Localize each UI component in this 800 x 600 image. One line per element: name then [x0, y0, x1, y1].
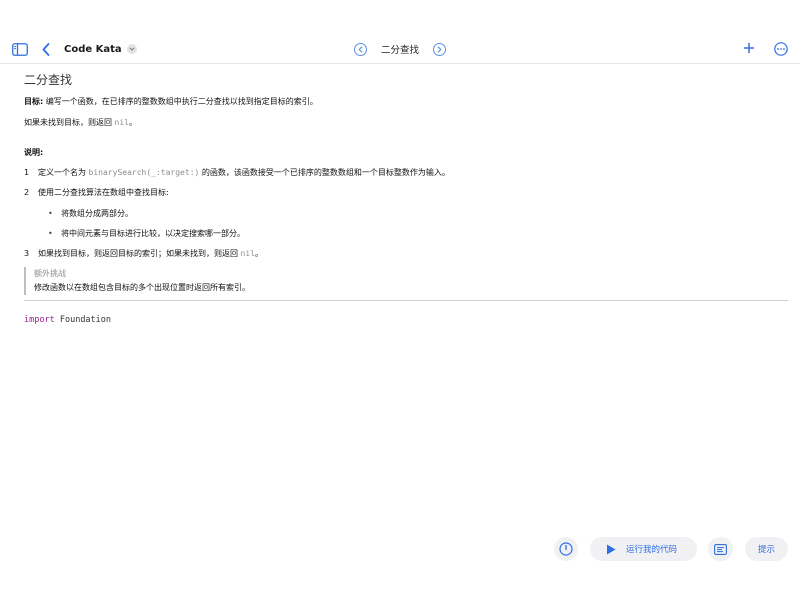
run-code-button[interactable]: 运行我的代码 — [590, 537, 697, 561]
step-suffix: 。 — [255, 249, 263, 258]
page-name: 二分查找 — [380, 45, 419, 56]
next-page-button[interactable] — [432, 42, 446, 56]
not-found-paragraph: 如果未找到目标，则返回 nil。 — [24, 117, 137, 129]
import-keyword: import — [24, 315, 55, 325]
step-item: 2 使用二分查找算法在数组中查找目标: — [24, 187, 169, 199]
add-button[interactable] — [742, 41, 756, 55]
play-icon — [607, 544, 616, 554]
description-label: 说明: — [24, 148, 44, 157]
more-button[interactable] — [773, 41, 788, 56]
bullet-text: 将数组分成两部分。 — [61, 209, 133, 218]
goal-label: 目标: — [24, 97, 44, 106]
timer-button[interactable] — [554, 537, 578, 561]
document-title-menu[interactable]: Code Kata — [64, 41, 137, 57]
document-icon — [714, 543, 727, 555]
sidebar-toggle-button[interactable] — [11, 40, 29, 58]
not-found-prefix: 如果未找到目标，则返回 — [24, 118, 115, 127]
more-icon — [773, 41, 788, 56]
documentation-button[interactable] — [708, 537, 733, 561]
editor-divider — [24, 300, 788, 301]
step-prefix: 定义一个名为 — [38, 168, 89, 177]
bullet-dot: • — [48, 229, 53, 238]
back-button[interactable] — [40, 40, 52, 58]
next-page-icon — [437, 45, 442, 53]
nil-code: nil — [240, 249, 255, 258]
step-prefix: 如果找到目标，则返回目标的索引；如果未找到，则返回 — [38, 249, 241, 258]
dropdown-chevron-icon — [126, 44, 137, 54]
hint-label: 提示 — [757, 545, 775, 555]
page-navigator: 二分查找 — [354, 41, 446, 57]
callout-text: 修改函数以在数组包含目标的多个出现位置时返回所有索引。 — [34, 283, 250, 292]
step-suffix: 的函数，该函数接受一个已排序的整数数组和一个目标整数作为输入。 — [199, 168, 450, 177]
back-chevron-icon — [42, 42, 50, 56]
timer-icon — [559, 542, 573, 556]
instructions-panel: 二分查找 目标: 编写一个函数，在已排序的整数数组中执行二分查找以找到指定目标的… — [24, 70, 788, 295]
extra-challenge-callout: 额外挑战 修改函数以在数组包含目标的多个出现位置时返回所有索引。 — [24, 267, 324, 295]
step-text: 如果找到目标，则返回目标的索引；如果未找到，则返回 nil。 — [38, 248, 263, 260]
bullet-dot: • — [48, 209, 53, 218]
bullet-item: • 将数组分成两部分。 — [48, 208, 133, 220]
hint-button[interactable]: 提示 — [745, 537, 788, 561]
step-item: 1 定义一个名为 binarySearch(_:target:) 的函数，该函数… — [24, 167, 450, 179]
step-text: 定义一个名为 binarySearch(_:target:) 的函数，该函数接受… — [38, 167, 450, 179]
function-name-code: binarySearch(_:target:) — [88, 168, 200, 177]
step-number: 3 — [24, 249, 30, 258]
code-editor[interactable]: import Foundation — [24, 314, 111, 326]
top-bar: Code Kata 二分查找 — [0, 0, 800, 64]
previous-page-icon — [358, 45, 363, 53]
previous-page-button[interactable] — [354, 42, 367, 56]
document-title: Code Kata — [64, 43, 122, 55]
module-name: Foundation — [59, 315, 112, 325]
step-item: 3 如果找到目标，则返回目标的索引；如果未找到，则返回 nil。 — [24, 248, 263, 260]
bullet-item: • 将中间元素与目标进行比较，以决定搜索哪一部分。 — [48, 228, 245, 240]
plus-icon — [744, 43, 754, 53]
goal-paragraph: 目标: 编写一个函数，在已排序的整数数组中执行二分查找以找到指定目标的索引。 — [24, 96, 318, 108]
page-title: 二分查找 — [24, 73, 73, 87]
not-found-suffix: 。 — [129, 118, 137, 127]
nil-code: nil — [114, 118, 129, 127]
goal-text: 编写一个函数，在已排序的整数数组中执行二分查找以找到指定目标的索引。 — [43, 97, 318, 106]
bullet-text: 将中间元素与目标进行比较，以决定搜索哪一部分。 — [61, 229, 245, 238]
run-code-label: 运行我的代码 — [626, 545, 678, 555]
step-text: 使用二分查找算法在数组中查找目标: — [38, 188, 169, 197]
step-number: 1 — [24, 168, 30, 177]
step-number: 2 — [24, 188, 30, 197]
sidebar-icon — [12, 42, 28, 56]
callout-title: 额外挑战 — [34, 269, 66, 278]
